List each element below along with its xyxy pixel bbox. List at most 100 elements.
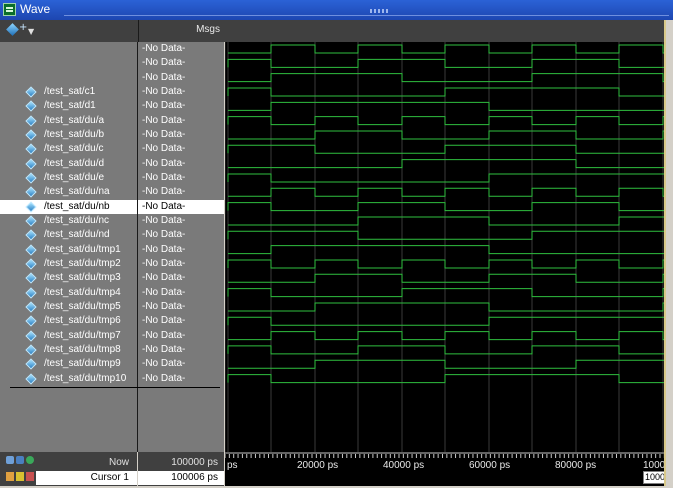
tick-label: ps [227, 460, 238, 471]
plus-icon: + [19, 22, 28, 33]
signal-row[interactable]: /test_sat/du/tmp5 [0, 300, 137, 314]
signal-row[interactable]: /test_sat/du/nb [0, 199, 137, 214]
waveform-trace [227, 87, 667, 97]
signal-value: -No Data- [142, 143, 186, 155]
signal-diamond-icon [25, 157, 37, 170]
tick-label: 40000 ps [383, 460, 425, 471]
lock-icon[interactable] [6, 472, 14, 481]
signal-diamond-icon [25, 143, 37, 155]
signal-values-pane[interactable]: -No Data- -No Data- -No Data- -No Data- -No … [138, 42, 224, 452]
signal-diamond-icon [25, 186, 37, 198]
waveform-trace [227, 316, 667, 326]
add-signal-dropdown-button[interactable]: + ▼ [6, 23, 36, 39]
signal-diamond-icon [25, 114, 37, 127]
signal-diamond-icon [25, 229, 37, 241]
signal-value: -No Data- [142, 157, 186, 169]
list-end-divider [10, 387, 220, 388]
signal-name: /test_sat/du/a [44, 114, 105, 126]
signal-diamond-icon [25, 215, 37, 227]
waveform-trace [228, 44, 667, 54]
wave-window: Wave + ▼ Msgs /test_sat/c1/test_sat/d1/t… [0, 0, 673, 488]
signal-row[interactable]: /test_sat/du/c [0, 142, 137, 156]
msgs-column-header: Msgs [138, 20, 224, 42]
signal-diamond-icon [25, 372, 37, 385]
waveform-trace [227, 116, 667, 126]
signal-row[interactable]: /test_sat/du/tmp6 [0, 314, 137, 328]
wave-app-icon [3, 3, 16, 16]
signal-diamond-icon [25, 329, 37, 342]
signal-row[interactable]: /test_sat/du/tmp2 [0, 257, 137, 271]
signal-names-pane[interactable]: /test_sat/c1/test_sat/d1/test_sat/du/a/t… [0, 42, 138, 452]
signal-row[interactable]: /test_sat/du/nd [0, 228, 137, 242]
status-names-area: Now Cursor 1 [0, 452, 137, 486]
cursor-icons [6, 472, 36, 484]
waveform-trace [227, 288, 667, 298]
waveform-trace [227, 144, 667, 154]
signal-row[interactable]: /test_sat/du/d [0, 157, 137, 171]
signal-name: /test_sat/du/tmp4 [44, 286, 121, 298]
cursor-value-field[interactable]: 100006 ps [138, 471, 224, 485]
signal-row[interactable]: /test_sat/du/tmp3 [0, 271, 137, 285]
signal-row[interactable]: /test_sat/du/tmp10 [0, 372, 137, 386]
signal-row[interactable]: /test_sat/du/tmp1 [0, 243, 137, 257]
signal-value: -No Data- [142, 57, 186, 69]
signal-name: /test_sat/du/nc [44, 214, 110, 226]
signal-row[interactable]: /test_sat/d1 [0, 99, 137, 113]
signal-row[interactable]: /test_sat/du/na [0, 185, 137, 199]
signal-value: -No Data- [142, 257, 186, 269]
signal-diamond-icon [25, 344, 37, 356]
title-grip-icon[interactable] [370, 9, 390, 13]
signal-name: /test_sat/du/c [44, 143, 104, 155]
signal-value: -No Data- [142, 372, 186, 384]
signal-value: -No Data- [142, 43, 186, 54]
signal-name: /test_sat/du/tmp9 [44, 358, 121, 370]
signal-name: /test_sat/du/tmp1 [44, 243, 121, 255]
waveform-trace [227, 173, 667, 183]
signal-value: -No Data- [142, 286, 186, 298]
signal-row[interactable]: /test_sat/du/a [0, 114, 137, 128]
signal-row[interactable] [0, 42, 137, 56]
signal-diamond-icon [25, 100, 37, 112]
cursor-value: 100006 ps [171, 472, 218, 483]
signal-row[interactable]: /test_sat/du/tmp4 [0, 286, 137, 300]
waveform-canvas[interactable] [226, 42, 667, 452]
signal-row[interactable]: /test_sat/du/e [0, 171, 137, 185]
grid-icon[interactable] [16, 456, 24, 464]
signal-row[interactable] [0, 56, 137, 70]
signal-value: -No Data- [142, 243, 186, 255]
signal-row[interactable]: /test_sat/du/tmp9 [0, 357, 137, 371]
signal-diamond-icon [25, 129, 37, 141]
signal-row[interactable]: /test_sat/du/tmp7 [0, 329, 137, 343]
signal-row[interactable] [0, 71, 137, 85]
waveform-trace [227, 374, 667, 384]
signal-name: /test_sat/d1 [44, 100, 96, 112]
signal-diamond-icon [25, 272, 37, 284]
cursor-name-field[interactable]: Cursor 1 [36, 471, 137, 485]
signal-diamond-icon [25, 172, 37, 184]
signal-row[interactable]: /test_sat/c1 [0, 85, 137, 99]
title-bar[interactable]: Wave [0, 0, 673, 20]
waveform-trace [228, 331, 667, 341]
now-value: 100000 ps [171, 457, 218, 468]
signal-row[interactable]: /test_sat/du/nc [0, 214, 137, 228]
zoom-icon[interactable] [6, 456, 14, 464]
signal-row[interactable]: /test_sat/du/tmp8 [0, 343, 137, 357]
waveform-trace [228, 187, 667, 197]
timeline-ruler[interactable]: ps 20000 ps 40000 ps 60000 ps 80000 ps 1… [224, 452, 666, 486]
signal-value: -No Data- [142, 329, 186, 341]
cursor-time-box[interactable]: 100006 [643, 471, 666, 484]
signal-value: -No Data- [142, 229, 186, 241]
tick-label: 20000 ps [297, 460, 339, 471]
waveform-trace [228, 130, 667, 140]
signal-row[interactable]: /test_sat/du/b [0, 128, 137, 142]
signal-name: /test_sat/du/e [44, 171, 105, 183]
signal-value: -No Data- [142, 100, 186, 112]
add-icon[interactable] [26, 456, 34, 464]
cursor-delete-icon[interactable] [26, 472, 34, 481]
signal-name: /test_sat/du/tmp10 [44, 372, 127, 384]
waveform-trace [227, 202, 667, 212]
signal-value: -No Data- [142, 272, 186, 284]
waveform-pane[interactable] [225, 42, 667, 452]
cursor-add-icon[interactable] [16, 472, 24, 481]
signal-value: -No Data- [142, 171, 186, 183]
